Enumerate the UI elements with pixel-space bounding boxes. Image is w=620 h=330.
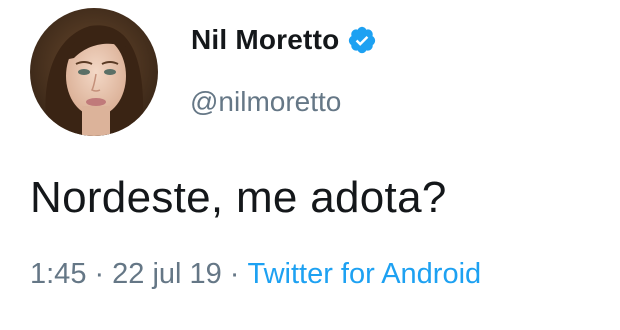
- tweet-meta: 1:45 · 22 jul 19 · Twitter for Android: [30, 258, 481, 291]
- tweet-card: Nil Moretto @nilmoretto Nordeste, me ado…: [0, 0, 620, 330]
- meta-separator: ·: [94, 258, 105, 290]
- avatar-photo: [30, 8, 158, 136]
- tweet-text: Nordeste, me adota?: [30, 173, 447, 222]
- display-name[interactable]: Nil Moretto: [191, 24, 339, 56]
- display-name-row[interactable]: Nil Moretto: [191, 24, 377, 56]
- verified-badge-icon: [347, 25, 377, 55]
- avatar[interactable]: [30, 8, 158, 136]
- tweet-source-link[interactable]: Twitter for Android: [247, 258, 481, 290]
- tweet-time[interactable]: 1:45: [30, 258, 86, 290]
- user-handle[interactable]: @nilmoretto: [190, 86, 341, 118]
- meta-separator: ·: [229, 258, 240, 290]
- tweet-date[interactable]: 22 jul 19: [112, 258, 222, 290]
